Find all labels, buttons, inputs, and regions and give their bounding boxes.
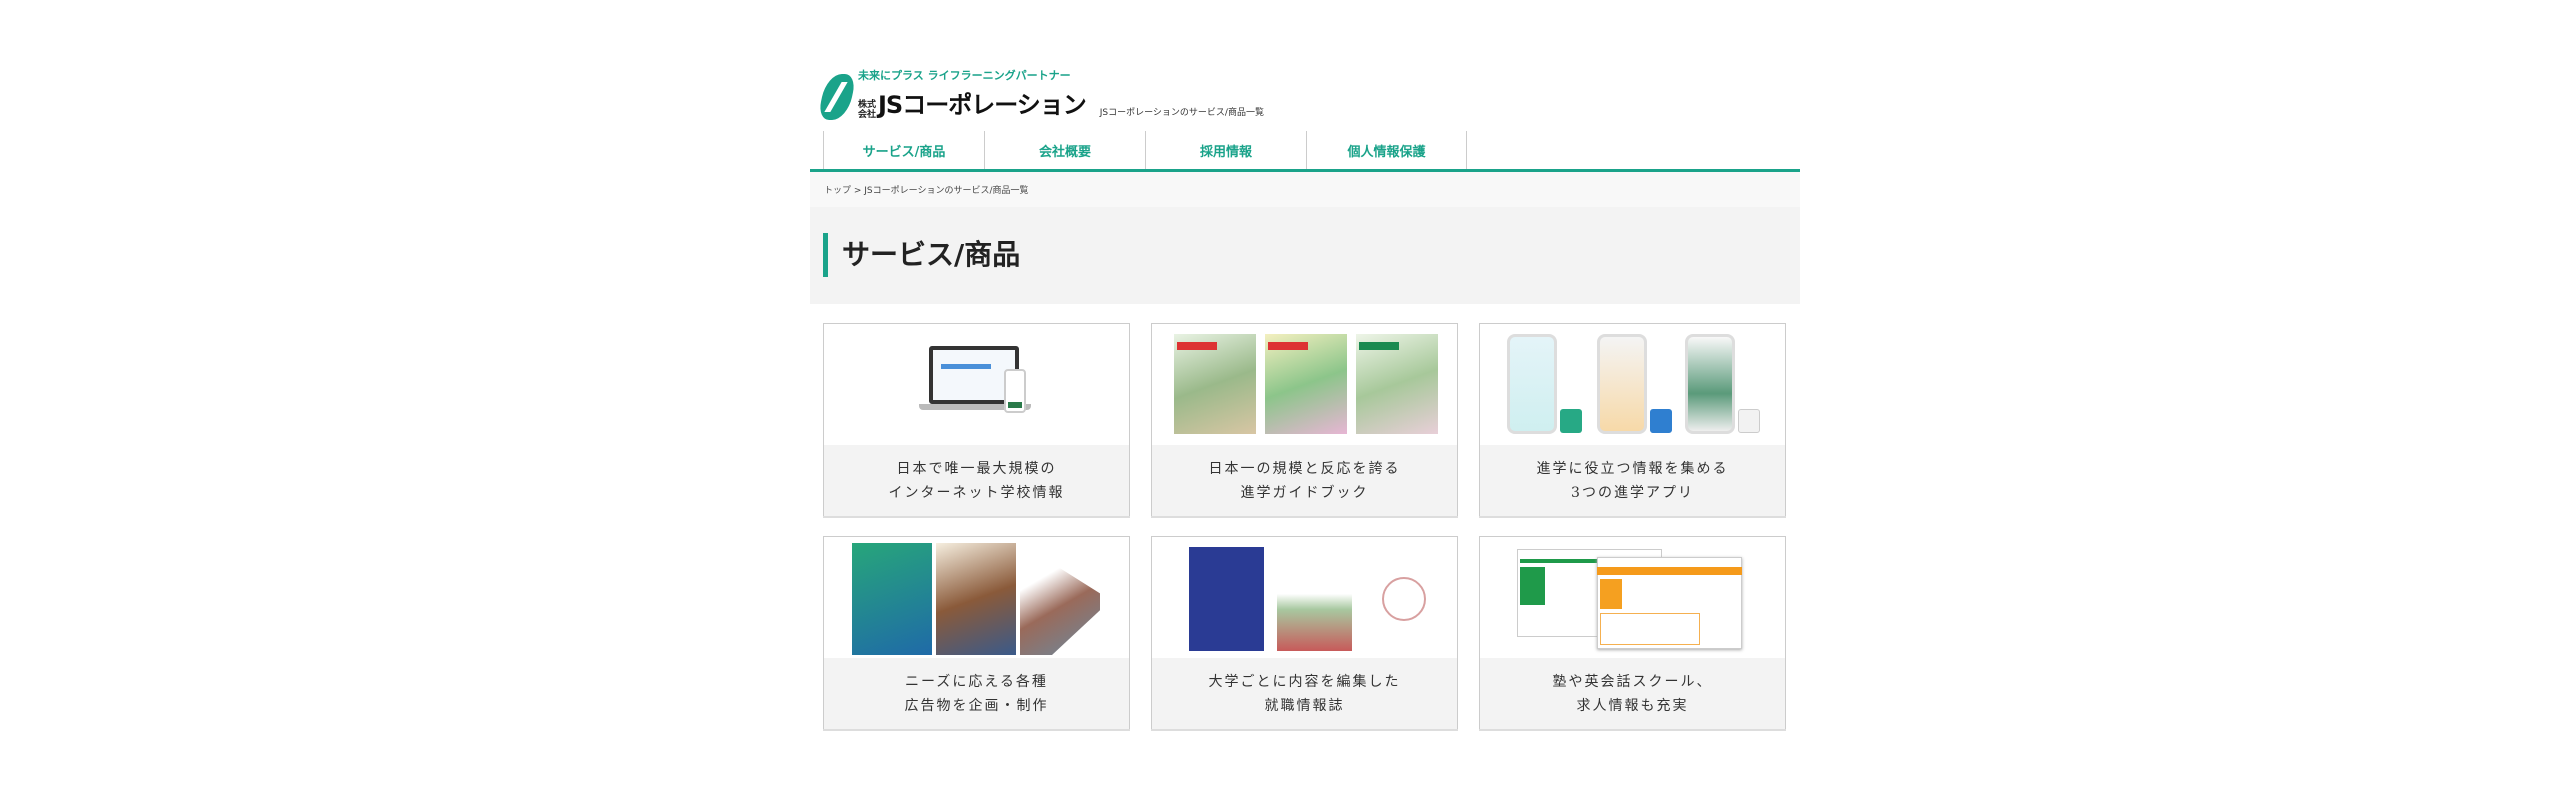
card-line2: 就職情報誌 xyxy=(1264,697,1345,714)
card-line1: 塾や英会話スクール、 xyxy=(1552,673,1713,690)
card-school-jobs[interactable]: 塾や英会話スクール、 求人情報も充実 xyxy=(1479,536,1786,729)
card-line1: 進学に役立つ情報を集める xyxy=(1536,460,1729,477)
breadcrumb: トップ > JSコーポレーションのサービス/商品一覧 xyxy=(810,172,1800,207)
guidebook-covers-image xyxy=(1152,324,1457,445)
card-internet-school-info[interactable]: 日本で唯一最大規模の インターネット学校情報 xyxy=(823,323,1130,516)
card-line1: 大学ごとに内容を編集した xyxy=(1208,673,1401,690)
nav-company[interactable]: 会社概要 xyxy=(984,131,1145,169)
card-line1: 日本一の規模と反応を誇る xyxy=(1208,460,1401,477)
main-nav: サービス/商品 会社概要 採用情報 個人情報保護 xyxy=(810,131,1800,172)
breadcrumb-separator: > xyxy=(851,186,865,196)
tagline: 未来にプラス ライフラーニングパートナー xyxy=(858,69,1071,82)
job-magazines-image xyxy=(1152,537,1457,658)
company-logo[interactable]: 未来にプラス ライフラーニングパートナー 株式会社 JSコーポレーション JSコ… xyxy=(817,66,1264,120)
laptop-phone-image xyxy=(824,324,1129,445)
breadcrumb-current: JSコーポレーションのサービス/商品一覧 xyxy=(864,186,1029,196)
company-name: JSコーポレーション xyxy=(878,91,1087,119)
nav-privacy[interactable]: 個人情報保護 xyxy=(1306,131,1467,169)
card-guidebook[interactable]: 日本一の規模と反応を誇る 進学ガイドブック xyxy=(1151,323,1458,516)
card-apps[interactable]: 進学に役立つ情報を集める 3つの進学アプリ xyxy=(1479,323,1786,516)
title-area: サービス/商品 xyxy=(810,207,1800,304)
logo-mark-icon xyxy=(817,74,857,120)
apps-image xyxy=(1480,324,1785,445)
card-line2: 広告物を企画・制作 xyxy=(904,697,1049,714)
card-line1: ニーズに応える各種 xyxy=(905,673,1048,690)
card-line2: 進学ガイドブック xyxy=(1240,484,1369,501)
breadcrumb-home[interactable]: トップ xyxy=(824,186,851,196)
card-advertising[interactable]: ニーズに応える各種 広告物を企画・制作 xyxy=(823,536,1130,729)
card-line2: 求人情報も充実 xyxy=(1576,697,1689,714)
websites-image xyxy=(1480,537,1785,658)
card-line1: 日本で唯一最大規模の xyxy=(896,460,1057,477)
card-line2: インターネット学校情報 xyxy=(888,484,1065,501)
brochures-image xyxy=(824,537,1129,658)
kabushiki-label: 株式会社 xyxy=(858,100,877,120)
nav-recruit[interactable]: 採用情報 xyxy=(1145,131,1306,169)
card-job-magazine[interactable]: 大学ごとに内容を編集した 就職情報誌 xyxy=(1151,536,1458,729)
card-line2: 3つの進学アプリ xyxy=(1571,484,1694,501)
nav-services[interactable]: サービス/商品 xyxy=(823,131,984,169)
page-title: サービス/商品 xyxy=(823,233,1020,277)
site-subtitle: JSコーポレーションのサービス/商品一覧 xyxy=(1099,108,1264,118)
